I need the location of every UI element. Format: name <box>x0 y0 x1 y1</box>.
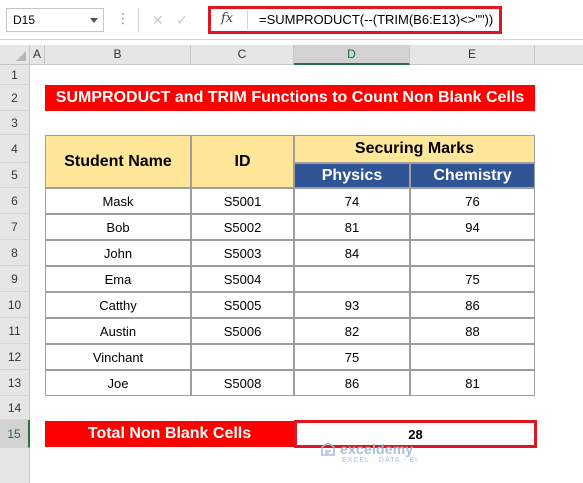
cell-student-name[interactable]: Ema <box>45 266 191 292</box>
formula-input[interactable]: fx =SUMPRODUCT(--(TRIM(B6:E13)<>"")) <box>208 6 502 34</box>
row-header-12[interactable]: 12 <box>0 344 30 370</box>
cell-id[interactable]: S5003 <box>191 240 294 266</box>
column-header-c[interactable]: C <box>191 45 294 65</box>
row-header-10[interactable]: 10 <box>0 292 30 318</box>
cancel-icon[interactable]: ✕ <box>152 12 164 29</box>
cell-chemistry[interactable]: 81 <box>410 370 535 396</box>
cell-student-name[interactable]: Catthy <box>45 292 191 318</box>
row-header-11[interactable]: 11 <box>0 318 30 344</box>
total-label[interactable]: Total Non Blank Cells <box>45 421 294 447</box>
cell-chemistry[interactable]: 76 <box>410 188 535 214</box>
cell-physics[interactable] <box>294 266 410 292</box>
row-header-16[interactable] <box>0 448 30 483</box>
cell-physics[interactable]: 75 <box>294 344 410 370</box>
column-header-b[interactable]: B <box>45 45 191 65</box>
cell-chemistry[interactable]: 94 <box>410 214 535 240</box>
sheet-title[interactable]: SUMPRODUCT and TRIM Functions to Count N… <box>45 85 535 111</box>
header-id[interactable]: ID <box>191 135 294 188</box>
name-box[interactable]: D15 <box>6 8 104 32</box>
row-header-8[interactable]: 8 <box>0 240 30 266</box>
cell-chemistry[interactable] <box>410 240 535 266</box>
cell-id[interactable]: S5001 <box>191 188 294 214</box>
cell-id[interactable]: S5008 <box>191 370 294 396</box>
cell-physics[interactable]: 86 <box>294 370 410 396</box>
cell-chemistry[interactable]: 86 <box>410 292 535 318</box>
watermark-tagline: EXCEL · DATA · BI <box>342 457 418 464</box>
cell-physics[interactable]: 81 <box>294 214 410 240</box>
cell-student-name[interactable]: John <box>45 240 191 266</box>
header-physics[interactable]: Physics <box>294 163 410 188</box>
row-header-6[interactable]: 6 <box>0 188 30 214</box>
header-student-name[interactable]: Student Name <box>45 135 191 188</box>
row-header-4[interactable]: 4 <box>0 135 30 163</box>
column-header-a[interactable]: A <box>30 45 45 65</box>
cell-student-name[interactable]: Austin <box>45 318 191 344</box>
cell-id[interactable]: S5006 <box>191 318 294 344</box>
exceldemy-watermark: exceldemy EXCEL · DATA · BI <box>320 441 417 464</box>
cell-student-name[interactable]: Bob <box>45 214 191 240</box>
cell-chemistry[interactable] <box>410 344 535 370</box>
select-all-button[interactable] <box>0 45 30 65</box>
column-header-d[interactable]: D <box>294 45 410 65</box>
cell-id[interactable]: S5005 <box>191 292 294 318</box>
formula-text[interactable]: =SUMPRODUCT(--(TRIM(B6:E13)<>"")) <box>259 12 493 27</box>
header-securing-marks[interactable]: Securing Marks <box>294 135 535 163</box>
row-header-5[interactable]: 5 <box>0 163 30 188</box>
name-box-value: D15 <box>13 13 36 27</box>
fx-icon[interactable]: fx <box>221 11 233 26</box>
column-header-e[interactable]: E <box>410 45 535 65</box>
row-header-9[interactable]: 9 <box>0 266 30 292</box>
row-header-1[interactable]: 1 <box>0 65 30 85</box>
row-header-2[interactable]: 2 <box>0 85 30 111</box>
row-header-14[interactable]: 14 <box>0 396 30 420</box>
cell-chemistry[interactable]: 88 <box>410 318 535 344</box>
row-header-13[interactable]: 13 <box>0 370 30 396</box>
cell-id[interactable]: S5004 <box>191 266 294 292</box>
row-header-15[interactable]: 15 <box>0 420 30 448</box>
cell-student-name[interactable]: Mask <box>45 188 191 214</box>
cell-student-name[interactable]: Vinchant <box>45 344 191 370</box>
formula-bar: D15 ⋮ ✕ ✓ fx =SUMPRODUCT(--(TRIM(B6:E13)… <box>0 0 583 40</box>
more-options-icon[interactable]: ⋮ <box>116 10 131 27</box>
watermark-name: exceldemy <box>340 441 414 457</box>
header-chemistry[interactable]: Chemistry <box>410 163 535 188</box>
exceldemy-logo-icon <box>321 442 335 456</box>
formula-bar-divider <box>138 8 139 32</box>
enter-icon[interactable]: ✓ <box>176 12 188 29</box>
cell-physics[interactable]: 93 <box>294 292 410 318</box>
cell-id[interactable] <box>191 344 294 370</box>
fx-divider <box>247 11 248 29</box>
row-header-7[interactable]: 7 <box>0 214 30 240</box>
row-header-3[interactable]: 3 <box>0 111 30 135</box>
column-header-f[interactable] <box>535 45 583 65</box>
cell-student-name[interactable]: Joe <box>45 370 191 396</box>
chevron-down-icon[interactable] <box>90 18 98 23</box>
select-all-icon <box>16 51 26 61</box>
cell-physics[interactable]: 84 <box>294 240 410 266</box>
cell-physics[interactable]: 82 <box>294 318 410 344</box>
cell-chemistry[interactable]: 75 <box>410 266 535 292</box>
cell-physics[interactable]: 74 <box>294 188 410 214</box>
cell-id[interactable]: S5002 <box>191 214 294 240</box>
